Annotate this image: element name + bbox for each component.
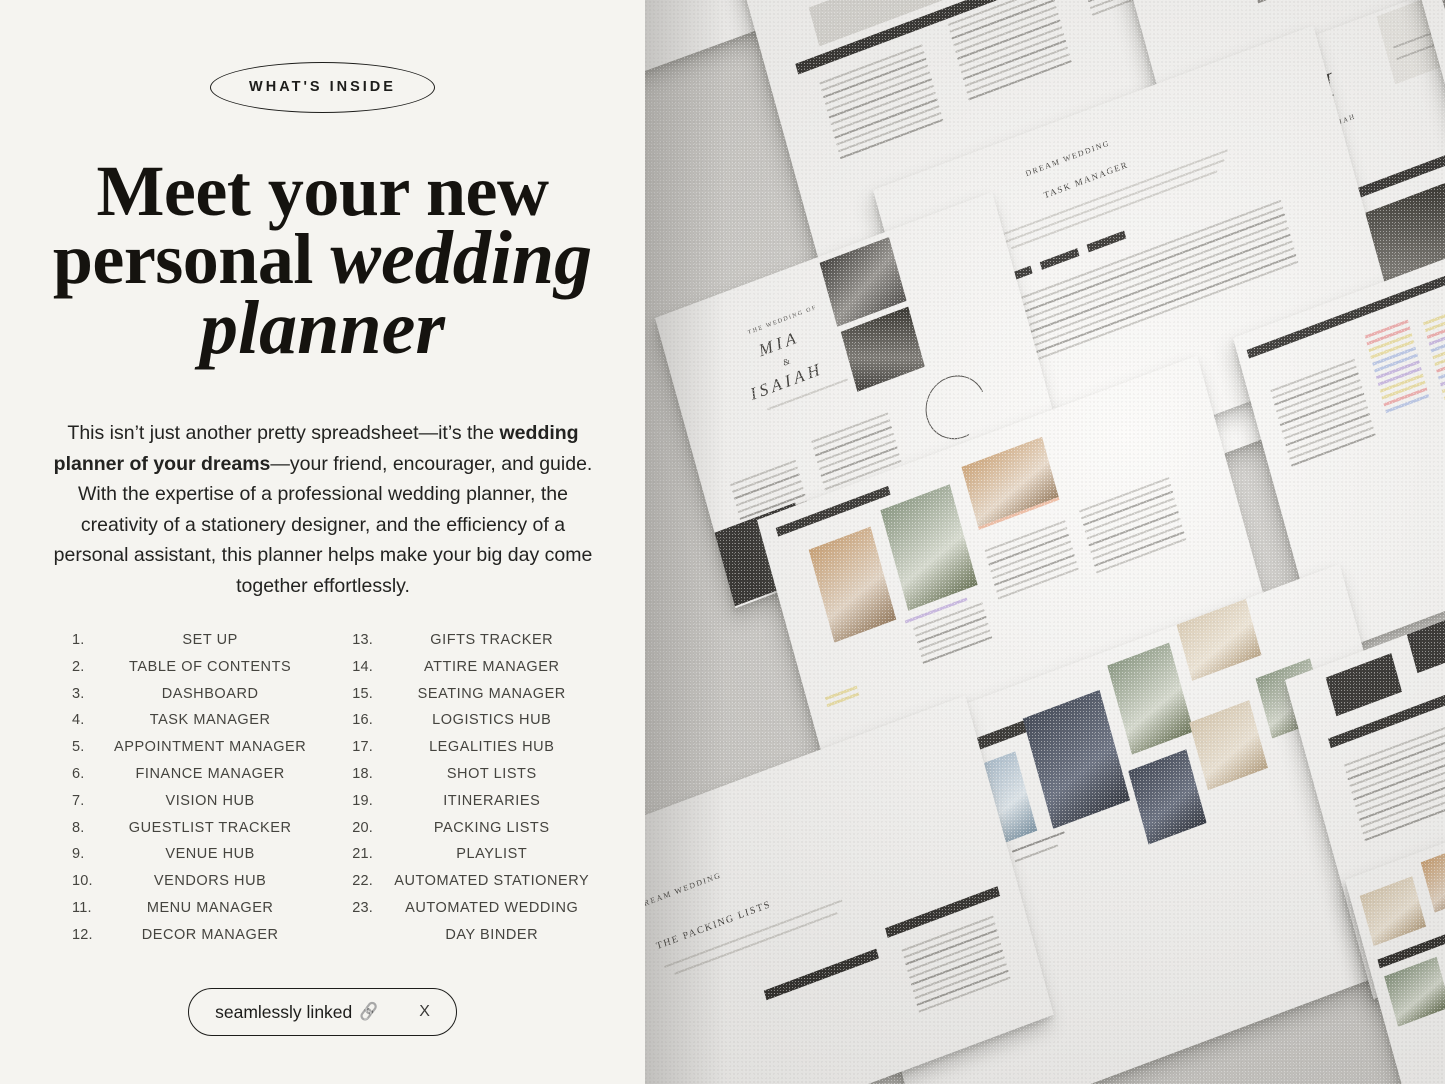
toc-number: 18. <box>352 765 374 782</box>
seamlessly-linked-label: seamlessly linked 🔗 <box>215 1001 381 1023</box>
mockup-stage: YOUR STUDIO BUDGET <box>645 0 1445 1084</box>
toc-row[interactable]: 19. ITINERARIES <box>352 793 589 820</box>
mockup-dream-wedding-title-2: DREAM WEDDING <box>645 870 723 911</box>
intro-text-part-1: This isn’t just another pretty spreadshe… <box>67 422 500 444</box>
toc-number: 21. <box>352 846 374 863</box>
seamlessly-linked-badge-wrap: seamlessly linked 🔗 X <box>0 988 645 1036</box>
toc-row[interactable]: 22. AUTOMATED STATIONERY <box>352 873 589 900</box>
left-content-panel: WHAT'S INSIDE Meet your new personal wed… <box>0 0 645 1084</box>
toc-label: VENUE HUB <box>165 846 255 863</box>
toc-label: TASK MANAGER <box>149 712 271 729</box>
toc-row[interactable]: 8. GUESTLIST TRACKER <box>72 820 306 847</box>
seamlessly-linked-badge: seamlessly linked 🔗 X <box>188 988 457 1036</box>
toc-number: 8. <box>72 819 85 836</box>
toc-number: 20. <box>352 819 374 836</box>
seamlessly-linked-text: seamlessly linked <box>215 1001 353 1022</box>
toc-row[interactable]: 14. ATTIRE MANAGER <box>352 659 589 686</box>
toc-label: DAY BINDER <box>445 926 539 943</box>
toc-number: 22. <box>352 873 374 890</box>
toc-row[interactable]: 20. PACKING LISTS <box>352 820 589 847</box>
close-icon[interactable]: X <box>419 1003 430 1021</box>
whats-inside-badge-wrap: WHAT'S INSIDE <box>0 62 645 113</box>
toc-label: DECOR MANAGER <box>141 926 279 943</box>
toc-label: GUESTLIST TRACKER <box>128 819 292 836</box>
toc-number: 9. <box>72 846 85 863</box>
toc-right-column: 13. GIFTS TRACKER 14. ATTIRE MANAGER 15. SEAT… <box>352 632 589 954</box>
link-icon: 🔗 <box>358 1002 381 1023</box>
toc-row[interactable]: 5. APPOINTMENT MANAGER <box>72 739 306 766</box>
toc-left-column: 1. SET UP 2. TABLE OF CONTENTS 3. DASHBOARD 4.… <box>72 632 306 954</box>
toc-label: ATTIRE MANAGER <box>423 658 560 675</box>
toc-number: 16. <box>352 712 374 729</box>
toc-number: 1. <box>72 632 85 648</box>
toc-number: 3. <box>72 685 85 702</box>
toc-number: 15. <box>352 685 374 702</box>
toc-number: 23. <box>352 899 374 916</box>
toc-label: ITINERARIES <box>443 792 541 809</box>
toc-label: MENU MANAGER <box>146 899 274 916</box>
toc-row[interactable]: 2. TABLE OF CONTENTS <box>72 659 306 686</box>
toc-row[interactable]: 10. VENDORS HUB <box>72 873 306 900</box>
toc-row[interactable]: 6. FINANCE MANAGER <box>72 766 306 793</box>
toc-row[interactable]: 23. AUTOMATED WEDDING <box>352 900 589 927</box>
toc-row[interactable]: 4. TASK MANAGER <box>72 712 306 739</box>
product-mockup-collage: YOUR STUDIO BUDGET <box>645 0 1445 1084</box>
toc-number: 17. <box>352 739 374 756</box>
toc-label: VISION HUB <box>165 792 255 809</box>
headline-line-3: planner <box>0 290 645 366</box>
toc-label: APPOINTMENT MANAGER <box>114 739 307 756</box>
toc-number: 6. <box>72 765 85 782</box>
toc-row[interactable]: 16. LOGISTICS HUB <box>352 712 589 739</box>
toc-row[interactable]: 1. SET UP <box>72 632 306 659</box>
toc-row[interactable]: 13. GIFTS TRACKER <box>352 632 589 659</box>
toc-number: 10. <box>72 873 93 890</box>
toc-row[interactable]: 17. LEGALITIES HUB <box>352 739 589 766</box>
toc-number: 2. <box>72 658 85 675</box>
toc-row[interactable]: 12. DECOR MANAGER <box>72 927 306 954</box>
toc-number: 5. <box>72 739 85 756</box>
toc-row[interactable]: 21. PLAYLIST <box>352 846 589 873</box>
mockup-invite-amp: & <box>781 355 793 368</box>
toc-number: 14. <box>352 658 374 675</box>
table-of-contents: 1. SET UP 2. TABLE OF CONTENTS 3. DASHBOARD 4.… <box>72 632 589 954</box>
toc-row[interactable]: 9. VENUE HUB <box>72 846 306 873</box>
whats-inside-page: WHAT'S INSIDE Meet your new personal wed… <box>0 0 1445 1084</box>
toc-label: SEATING MANAGER <box>417 685 566 702</box>
toc-label: PACKING LISTS <box>433 819 550 836</box>
toc-label: GIFTS TRACKER <box>430 632 554 648</box>
toc-label: FINANCE MANAGER <box>135 765 285 782</box>
mockup-invite-mia: MIA <box>756 327 802 361</box>
headline-line-2: personal wedding <box>0 220 645 296</box>
toc-number: 4. <box>72 712 85 729</box>
toc-row[interactable]: DAY BINDER <box>352 927 589 954</box>
toc-row[interactable]: 7. VISION HUB <box>72 793 306 820</box>
headline-line-3-italic: planner <box>200 286 445 371</box>
toc-label: SHOT LISTS <box>446 765 537 782</box>
toc-number: 19. <box>352 792 374 809</box>
toc-number: 7. <box>72 792 85 809</box>
toc-label: SET UP <box>182 632 238 648</box>
toc-label: AUTOMATED WEDDING <box>405 899 579 916</box>
toc-label: VENDORS HUB <box>153 873 267 890</box>
toc-label: DASHBOARD <box>161 685 259 702</box>
toc-label: LOGISTICS HUB <box>432 712 552 729</box>
toc-row[interactable]: 18. SHOT LISTS <box>352 766 589 793</box>
toc-row[interactable]: 3. DASHBOARD <box>72 686 306 713</box>
toc-label: AUTOMATED STATIONERY <box>394 873 590 890</box>
toc-number: 12. <box>72 926 93 943</box>
toc-label: LEGALITIES HUB <box>429 739 555 756</box>
intro-paragraph: This isn’t just another pretty spreadshe… <box>53 418 593 601</box>
toc-label: TABLE OF CONTENTS <box>129 658 292 675</box>
toc-row[interactable]: 15. SEATING MANAGER <box>352 686 589 713</box>
toc-number: 13. <box>352 632 374 648</box>
whats-inside-badge: WHAT'S INSIDE <box>210 62 435 113</box>
toc-row[interactable]: 11. MENU MANAGER <box>72 900 306 927</box>
headline-line-1: Meet your new <box>96 151 549 231</box>
page-title: Meet your new personal wedding planner <box>0 151 645 366</box>
toc-number: 11. <box>72 899 92 916</box>
whats-inside-badge-label: WHAT'S INSIDE <box>249 79 396 95</box>
toc-label: PLAYLIST <box>456 846 528 863</box>
